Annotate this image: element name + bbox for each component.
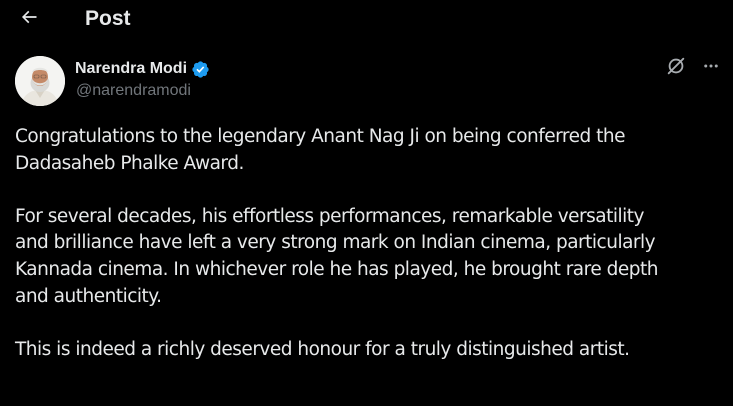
post-text-line: Kannada cinema. In whichever role he has… (15, 258, 658, 280)
post-paragraph: This is indeed a richly deserved honour … (15, 337, 727, 364)
post-text-line: This is indeed a richly deserved honour … (15, 338, 630, 360)
post-text: Congratulations to the legendary Anant N… (15, 124, 727, 390)
post-text-line: and brilliance have left a very strong m… (15, 232, 656, 254)
page-title: Post (85, 7, 131, 30)
more-horizontal-icon (702, 57, 720, 80)
post-text-line: For several decades, his effortless perf… (15, 205, 645, 227)
verified-badge-icon[interactable] (191, 60, 210, 79)
grok-button[interactable] (664, 56, 688, 80)
post-header: Post (0, 0, 733, 40)
grok-icon (665, 55, 687, 82)
post-paragraph: For several decades, his effortless perf… (15, 204, 727, 310)
post-paragraph: Congratulations to the legendary Anant N… (15, 124, 727, 177)
avatar[interactable] (15, 56, 65, 106)
arrow-left-icon (19, 7, 39, 32)
author-handle[interactable]: @narendramodi (76, 82, 191, 100)
post-text-line: Dadasaheb Phalke Award. (15, 152, 244, 174)
avatar-portrait (15, 56, 65, 106)
more-options-button[interactable] (698, 56, 724, 80)
post-text-line: Congratulations to the legendary Anant N… (15, 126, 626, 147)
author-name-row: Narendra Modi (75, 58, 210, 80)
author-name[interactable]: Narendra Modi (75, 60, 187, 78)
back-button[interactable] (14, 4, 44, 34)
post-text-line: and authenticity. (15, 285, 162, 307)
